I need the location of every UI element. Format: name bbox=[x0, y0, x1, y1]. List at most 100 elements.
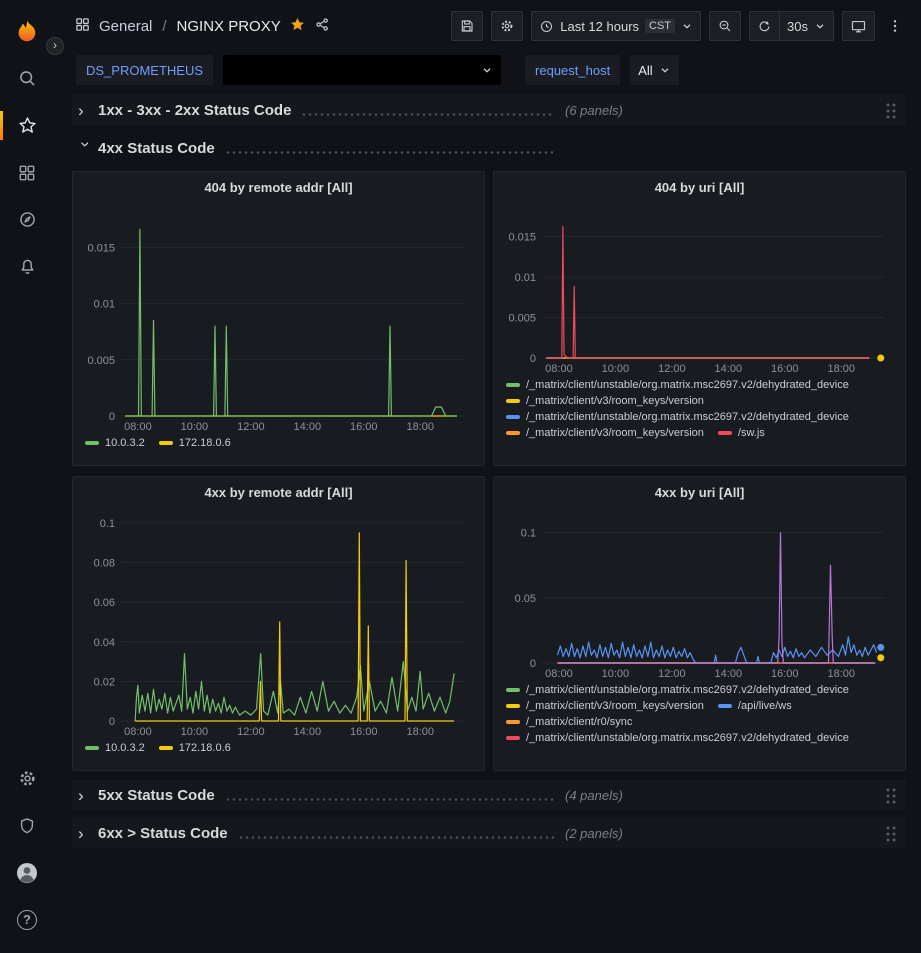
legend-swatch bbox=[506, 399, 520, 403]
svg-text:14:00: 14:00 bbox=[715, 668, 743, 680]
dashboard-settings-button[interactable] bbox=[491, 11, 523, 41]
svg-text:0.02: 0.02 bbox=[94, 676, 115, 688]
legend-item[interactable]: 172.18.0.6 bbox=[159, 437, 231, 449]
panel-404-by-uri: 404 by uri [All] 00.0050.010.01508:0010:… bbox=[493, 171, 906, 466]
time-range-picker[interactable]: Last 12 hours CST bbox=[531, 11, 701, 41]
legend-item[interactable]: /_matrix/client/v3/room_keys/version bbox=[506, 700, 704, 712]
svg-text:10:00: 10:00 bbox=[602, 668, 630, 680]
more-options-button[interactable] bbox=[883, 11, 907, 41]
panel-title[interactable]: 404 by remote addr [All] bbox=[81, 176, 476, 200]
row-4xx[interactable]: › 4xx Status Code bbox=[72, 133, 906, 163]
chevron-right-icon: › bbox=[78, 787, 94, 804]
legend-swatch bbox=[506, 688, 520, 692]
svg-text:14:00: 14:00 bbox=[715, 363, 743, 375]
legend-item[interactable]: 10.0.3.2 bbox=[85, 437, 145, 449]
datasource-value-dropdown[interactable] bbox=[223, 55, 501, 85]
datasource-variable-label[interactable]: DS_PROMETHEUS bbox=[76, 55, 213, 85]
sidebar-item-starred[interactable] bbox=[0, 102, 54, 149]
refresh-button[interactable] bbox=[749, 11, 779, 41]
row-drag-handle[interactable] bbox=[885, 825, 896, 842]
legend-item[interactable]: /_matrix/client/unstable/org.matrix.msc2… bbox=[506, 379, 849, 391]
svg-text:0: 0 bbox=[530, 353, 536, 365]
panel-title[interactable]: 4xx by remote addr [All] bbox=[81, 481, 476, 505]
tv-mode-button[interactable] bbox=[842, 11, 875, 41]
legend-swatch bbox=[506, 415, 520, 419]
breadcrumb-section[interactable]: General bbox=[99, 18, 152, 35]
compass-icon bbox=[17, 209, 38, 230]
legend-item[interactable]: 10.0.3.2 bbox=[85, 742, 145, 754]
legend-item[interactable]: /_matrix/client/r0/sync bbox=[506, 716, 632, 728]
legend-item[interactable]: /api/live/ws bbox=[718, 700, 792, 712]
request-host-variable-label[interactable]: request_host bbox=[525, 55, 620, 85]
topbar-actions: Last 12 hours CST 30s bbox=[451, 11, 907, 41]
sidebar-item-search[interactable] bbox=[0, 55, 54, 102]
time-series-chart[interactable]: 00.0050.010.01508:0010:0012:0014:0016:00… bbox=[81, 200, 476, 434]
row-dotted-leader bbox=[225, 151, 555, 154]
sidebar-item-configuration[interactable] bbox=[0, 755, 54, 802]
legend-swatch bbox=[718, 704, 732, 708]
row-drag-handle[interactable] bbox=[885, 102, 896, 119]
request-host-value-dropdown[interactable]: All bbox=[630, 55, 678, 85]
row-1xx-3xx-2xx[interactable]: › 1xx - 3xx - 2xx Status Code (6 panels) bbox=[72, 95, 906, 125]
legend-item[interactable]: 172.18.0.6 bbox=[159, 742, 231, 754]
row-drag-handle[interactable] bbox=[885, 787, 896, 804]
favorite-star-icon[interactable] bbox=[289, 16, 306, 37]
legend-item[interactable]: /_matrix/client/unstable/org.matrix.msc2… bbox=[506, 732, 849, 744]
legend-label: /_matrix/client/v3/room_keys/version bbox=[526, 395, 704, 407]
save-icon bbox=[459, 18, 475, 34]
variables-bar: DS_PROMETHEUS request_host All bbox=[54, 52, 921, 88]
sidebar-item-alerting[interactable] bbox=[0, 243, 54, 290]
sidebar-item-help[interactable]: ? bbox=[0, 896, 54, 943]
chevron-right-icon: › bbox=[78, 102, 94, 119]
help-icon: ? bbox=[17, 910, 37, 930]
legend-item[interactable]: /_matrix/client/unstable/org.matrix.msc2… bbox=[506, 411, 849, 423]
legend-item[interactable]: /_matrix/client/v3/room_keys/version bbox=[506, 395, 704, 407]
svg-text:12:00: 12:00 bbox=[237, 421, 265, 433]
save-dashboard-button[interactable] bbox=[451, 11, 483, 41]
legend-label: /api/live/ws bbox=[738, 700, 792, 712]
time-series-chart[interactable]: 00.050.108:0010:0012:0014:0016:0018:00 bbox=[502, 505, 897, 681]
avatar bbox=[15, 861, 39, 885]
svg-text:16:00: 16:00 bbox=[771, 363, 799, 375]
row-5xx[interactable]: › 5xx Status Code (4 panels) bbox=[72, 780, 906, 810]
sidebar-item-explore[interactable] bbox=[0, 196, 54, 243]
zoom-out-button[interactable] bbox=[709, 11, 741, 41]
panel-title[interactable]: 404 by uri [All] bbox=[502, 176, 897, 200]
panel-4xx-by-remote-addr: 4xx by remote addr [All] 00.020.040.060.… bbox=[72, 476, 485, 771]
shield-icon bbox=[17, 816, 37, 836]
chevron-down-icon bbox=[659, 64, 671, 76]
monitor-icon bbox=[850, 18, 867, 35]
time-series-chart[interactable]: 00.020.040.060.080.108:0010:0012:0014:00… bbox=[81, 505, 476, 739]
svg-text:0.1: 0.1 bbox=[521, 528, 536, 540]
chart-legend: 10.0.3.2 172.18.0.6 bbox=[81, 437, 476, 449]
legend-swatch bbox=[506, 704, 520, 708]
grafana-flame-icon bbox=[12, 17, 42, 47]
sidebar-expand-button[interactable]: › bbox=[46, 37, 64, 55]
legend-item[interactable]: /sw.js bbox=[718, 427, 765, 439]
svg-text:10:00: 10:00 bbox=[181, 726, 209, 738]
panel-title[interactable]: 4xx by uri [All] bbox=[502, 481, 897, 505]
sidebar-item-profile[interactable] bbox=[0, 849, 54, 896]
time-series-chart[interactable]: 00.0050.010.01508:0010:0012:0014:0016:00… bbox=[502, 200, 897, 376]
svg-text:16:00: 16:00 bbox=[350, 726, 378, 738]
sidebar-item-server-admin[interactable] bbox=[0, 802, 54, 849]
legend-swatch bbox=[506, 431, 520, 435]
refresh-icon bbox=[757, 19, 772, 34]
legend-item[interactable]: /_matrix/client/unstable/org.matrix.msc2… bbox=[506, 684, 849, 696]
legend-label: /sw.js bbox=[738, 427, 765, 439]
dashboard-grid-icon bbox=[74, 16, 91, 37]
refresh-interval-picker[interactable]: 30s bbox=[779, 11, 834, 41]
refresh-interval-label: 30s bbox=[787, 19, 808, 34]
svg-text:0: 0 bbox=[109, 411, 115, 423]
search-icon bbox=[17, 68, 38, 89]
grafana-app: › bbox=[0, 0, 921, 953]
legend-item[interactable]: /_matrix/client/v3/room_keys/version bbox=[506, 427, 704, 439]
svg-text:0: 0 bbox=[109, 716, 115, 728]
sidebar-item-dashboards[interactable] bbox=[0, 149, 54, 196]
share-icon[interactable] bbox=[314, 16, 331, 37]
svg-text:16:00: 16:00 bbox=[771, 668, 799, 680]
svg-text:10:00: 10:00 bbox=[602, 363, 630, 375]
legend-label: /_matrix/client/unstable/org.matrix.msc2… bbox=[526, 684, 849, 696]
row-6xx[interactable]: › 6xx > Status Code (2 panels) bbox=[72, 818, 906, 848]
chevron-down-icon bbox=[481, 64, 493, 76]
